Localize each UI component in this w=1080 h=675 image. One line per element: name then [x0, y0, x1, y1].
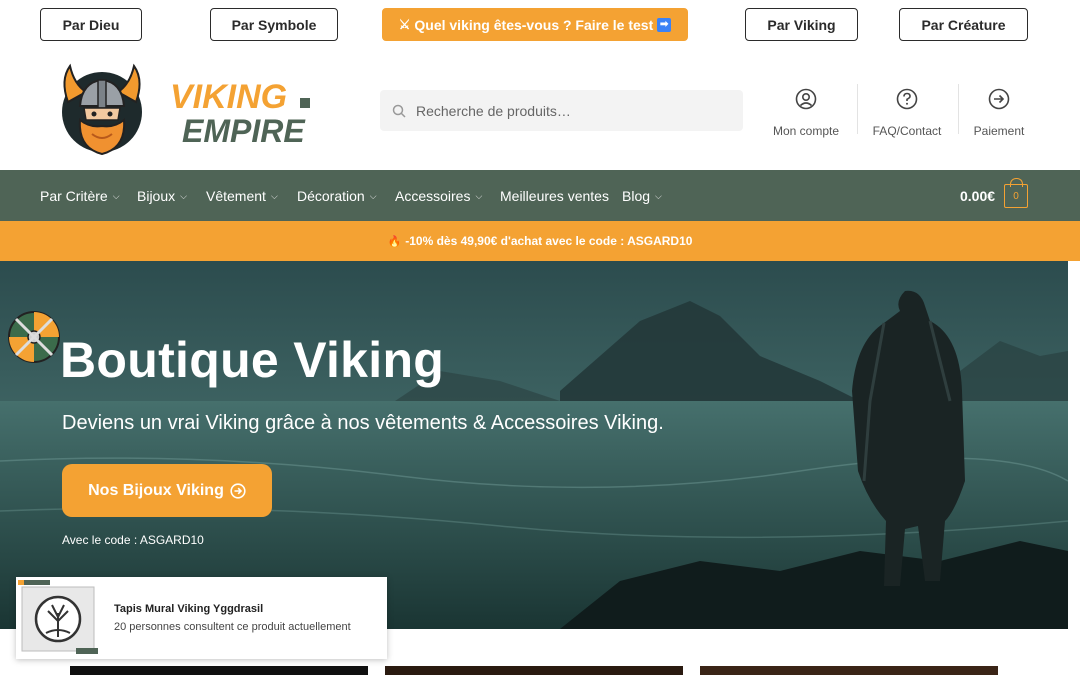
shopping-bag-icon[interactable]: 0 [1004, 178, 1028, 208]
nav-label: Par Critère [40, 187, 108, 204]
by-viking-button[interactable]: Par Viking [745, 8, 858, 41]
by-symbol-button[interactable]: Par Symbole [210, 8, 338, 41]
popup-text: Tapis Mural Viking Yggdrasil 20 personne… [99, 603, 351, 633]
by-god-button[interactable]: Par Dieu [40, 8, 142, 41]
main-nav: Par Critère ⌵ Bijoux ⌵ Vêtement ⌵ Décoratio… [0, 170, 1080, 221]
hero-button-label: Nos Bijoux Viking [88, 481, 224, 499]
promo-text: -10% dès 49,90€ d'achat avec le code : A… [405, 234, 693, 248]
fire-icon: 🔥 [387, 235, 402, 248]
user-circle-icon [795, 88, 817, 110]
account-link[interactable]: Mon compte [772, 88, 840, 138]
viking-empire-logo-text[interactable]: VIKING EMPIRE [168, 76, 318, 148]
faq-label: FAQ/Contact [872, 124, 942, 138]
cart-count: 0 [1013, 190, 1019, 202]
payment-label: Paiement [973, 124, 1025, 138]
logo-line-2: EMPIRE [182, 113, 306, 148]
promo-banner: 🔥 -10% dès 49,90€ d'achat avec le code :… [0, 221, 1080, 261]
arrow-circle-right-icon [988, 88, 1010, 110]
viking-logo-emblem[interactable] [58, 62, 146, 158]
chevron-down-icon: ⌵ [655, 191, 662, 201]
nav-item-accessories[interactable]: Accessoires ⌵ [395, 170, 482, 221]
nav-item-decoration[interactable]: Décoration ⌵ [297, 170, 377, 221]
product-thumbnail [16, 577, 99, 659]
product-card[interactable] [385, 666, 683, 675]
nav-item-blog[interactable]: Blog ⌵ [622, 170, 662, 221]
hero-subtitle: Deviens un vrai Viking grâce à nos vêtem… [62, 412, 664, 434]
chevron-down-icon: ⌵ [270, 191, 278, 201]
chevron-down-icon: ⌵ [369, 191, 377, 201]
viking-quiz-button[interactable]: ⚔ Quel viking êtes-vous ? Faire le test … [382, 8, 688, 41]
payment-link[interactable]: Paiement [970, 88, 1028, 138]
popup-product-title[interactable]: Tapis Mural Viking Yggdrasil [114, 603, 351, 615]
nav-item-best-sellers[interactable]: Meilleures ventes [500, 170, 609, 221]
shop-jewelry-button[interactable]: Nos Bijoux Viking [62, 464, 272, 517]
question-circle-icon [896, 88, 918, 110]
product-card[interactable] [70, 666, 368, 675]
nav-item-clothing[interactable]: Vêtement ⌵ [206, 170, 278, 221]
chevron-down-icon: ⌵ [475, 191, 483, 201]
chevron-down-icon: ⌵ [180, 191, 187, 201]
nav-item-criteria[interactable]: Par Critère ⌵ [40, 170, 120, 221]
hero-code-note: Avec le code : ASGARD10 [62, 533, 204, 547]
nav-label: Blog [622, 187, 651, 204]
arrow-right-icon: ➡ [657, 17, 672, 32]
nav-label: Vêtement [206, 187, 266, 204]
search-input[interactable] [416, 102, 716, 119]
nav-label: Décoration [297, 187, 365, 204]
hero-banner: Boutique Viking Deviens un vrai Viking g… [0, 261, 1068, 629]
nav-label: Accessoires [395, 187, 471, 204]
hero-background-image [0, 261, 1068, 629]
faq-contact-link[interactable]: FAQ/Contact [870, 88, 944, 138]
nav-item-jewelry[interactable]: Bijoux ⌵ [137, 170, 187, 221]
quiz-label: Quel viking êtes-vous ? Faire le test [414, 16, 654, 33]
cart-total[interactable]: 0.00€ [960, 170, 995, 221]
chevron-down-icon: ⌵ [112, 191, 120, 201]
account-label: Mon compte [772, 124, 840, 138]
nav-label: Bijoux [137, 187, 176, 204]
header-divider [958, 84, 959, 134]
product-card[interactable] [700, 666, 998, 675]
hero-title: Boutique Viking [60, 332, 445, 388]
nav-label: Meilleures ventes [500, 187, 609, 204]
product-search[interactable] [380, 90, 743, 131]
by-creature-button[interactable]: Par Créature [899, 8, 1028, 41]
viking-shield-icon [8, 311, 60, 363]
page: Par Dieu Par Symbole ⚔ Quel viking êtes-… [0, 0, 1080, 675]
arrow-circle-right-icon [230, 482, 246, 499]
recent-view-popup[interactable]: Tapis Mural Viking Yggdrasil 20 personne… [16, 577, 387, 659]
search-icon [392, 104, 406, 118]
logo-line-1: VIKING [170, 78, 287, 116]
popup-viewer-count: 20 personnes consultent ce produit actue… [114, 621, 351, 633]
site-header: VIKING EMPIRE Mon compte [0, 48, 1080, 170]
header-divider [857, 84, 858, 134]
category-bar: Par Dieu Par Symbole ⚔ Quel viking êtes-… [0, 0, 1080, 48]
crossed-swords-icon: ⚔ [398, 16, 411, 32]
